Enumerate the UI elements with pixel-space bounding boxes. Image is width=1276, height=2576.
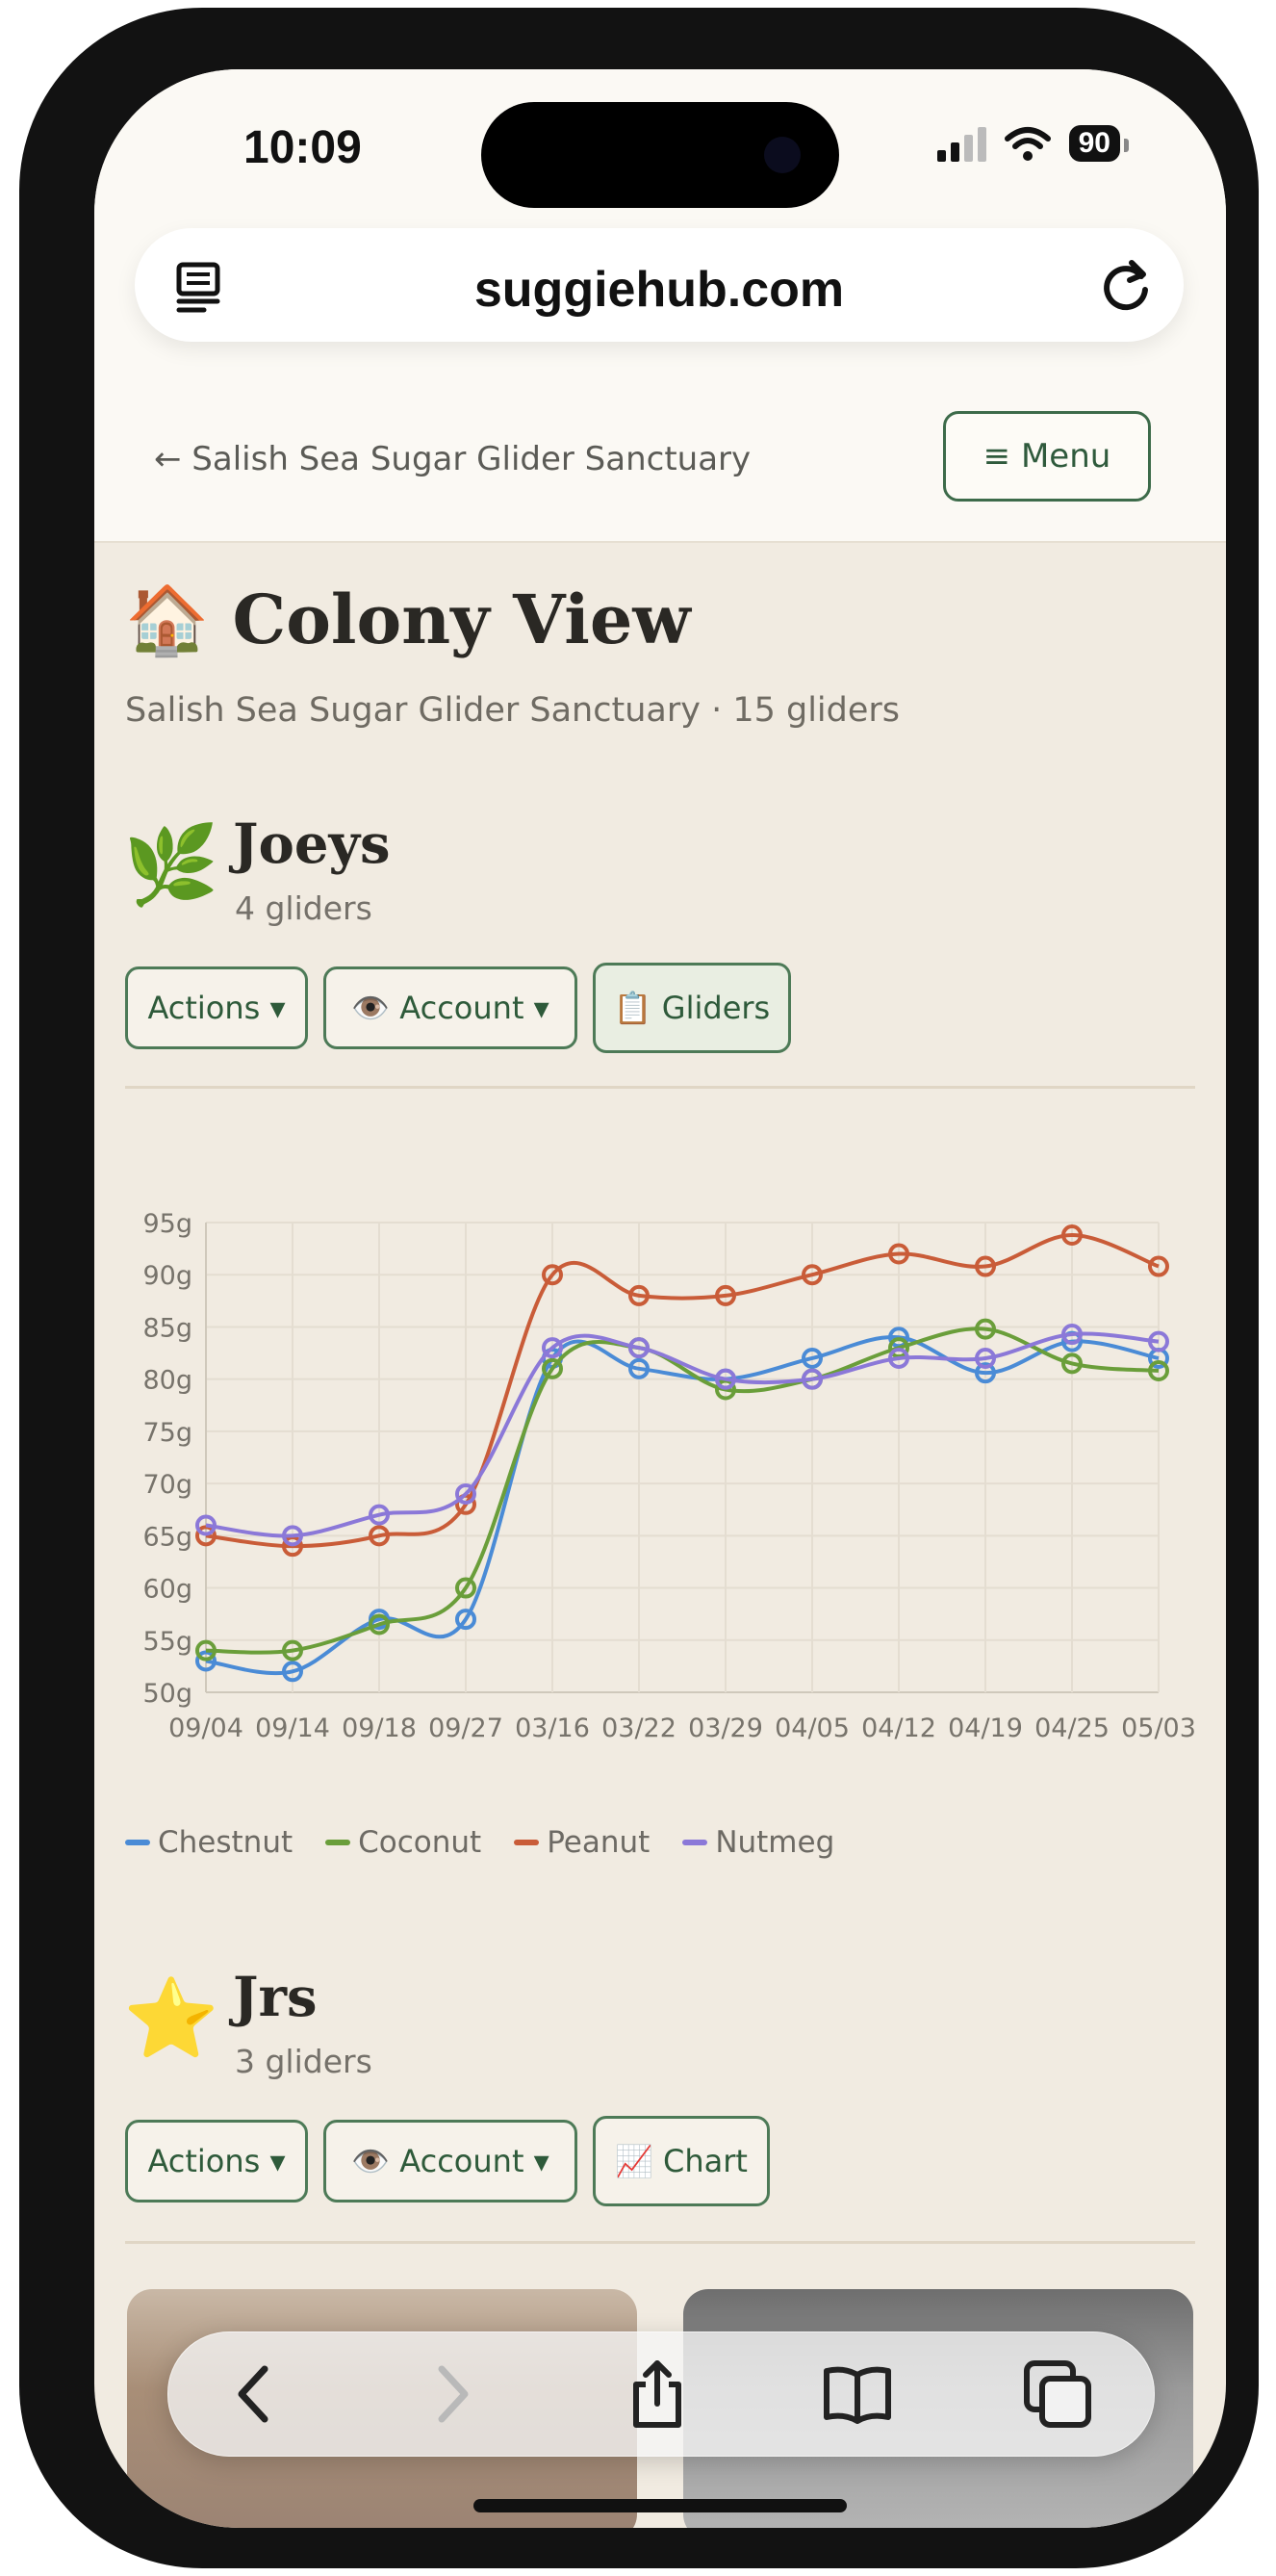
chart-legend: Chestnut Coconut Peanut Nutmeg <box>125 1825 834 1860</box>
phone-frame: 10:09 90 suggiehub.com ← Salish Sea Suga… <box>19 8 1259 2568</box>
legend-label: Nutmeg <box>715 1825 835 1860</box>
section-divider <box>125 2241 1195 2244</box>
back-arrow-icon[interactable] <box>217 2356 293 2433</box>
status-time: 10:09 <box>243 122 362 173</box>
x-tick-label: 09/04 <box>168 1713 243 1743</box>
url-text[interactable]: suggiehub.com <box>135 261 1184 319</box>
legend-swatch <box>325 1840 351 1845</box>
group-count: 3 gliders <box>235 2043 372 2080</box>
section-divider <box>125 1086 1195 1089</box>
x-tick-label: 09/27 <box>428 1713 503 1743</box>
legend-swatch <box>682 1840 708 1845</box>
x-tick-label: 09/18 <box>342 1713 417 1743</box>
home-indicator <box>473 2499 847 2512</box>
reload-icon[interactable] <box>1095 255 1157 317</box>
group-count: 4 gliders <box>235 889 372 927</box>
wifi-icon <box>1004 127 1051 161</box>
y-axis-labels: 50g 55g 60g 65g 70g 75g 80g 85g 90g 95g <box>143 1209 193 1709</box>
y-tick-label: 60g <box>143 1575 193 1605</box>
weight-line-chart: 50g 55g 60g 65g 70g 75g 80g 85g 90g 95g 09/04 09/1… <box>143 1209 1196 1743</box>
x-tick-label: 04/05 <box>775 1713 850 1743</box>
actions-dropdown[interactable]: Actions ▾ <box>125 2120 308 2202</box>
x-tick-label: 04/12 <box>861 1713 936 1743</box>
y-tick-label: 85g <box>143 1313 193 1343</box>
x-tick-label: 03/16 <box>515 1713 590 1743</box>
page-subtitle: Salish Sea Sugar Glider Sanctuary · 15 g… <box>125 691 901 730</box>
legend-swatch <box>125 1840 150 1845</box>
tabs-icon[interactable] <box>1019 2356 1096 2433</box>
back-link[interactable]: ← Salish Sea Sugar Glider Sanctuary <box>154 440 751 478</box>
battery-indicator: 90 <box>1068 125 1130 162</box>
legend-label: Peanut <box>547 1825 651 1860</box>
legend-label: Coconut <box>358 1825 482 1860</box>
bookmarks-icon[interactable] <box>819 2356 896 2433</box>
group-name: Joeys <box>233 812 391 876</box>
status-icons: 90 <box>936 125 1130 162</box>
y-tick-label: 70g <box>143 1470 193 1500</box>
actions-dropdown[interactable]: Actions ▾ <box>125 966 308 1049</box>
cellular-signal-icon <box>936 125 986 162</box>
y-tick-label: 90g <box>143 1261 193 1291</box>
share-icon[interactable] <box>619 2356 696 2433</box>
y-tick-label: 50g <box>143 1679 193 1709</box>
camera-icon <box>764 137 801 173</box>
legend-item-coconut[interactable]: Coconut <box>325 1825 481 1860</box>
browser-toolbar <box>167 2331 1155 2457</box>
legend-label: Chestnut <box>158 1825 293 1860</box>
x-tick-label: 04/19 <box>948 1713 1023 1743</box>
legend-item-peanut[interactable]: Peanut <box>514 1825 650 1860</box>
group-name: Jrs <box>233 1966 318 2029</box>
forward-arrow-icon[interactable] <box>413 2356 490 2433</box>
chart-series <box>195 1224 1169 1683</box>
series-line-peanut <box>205 1233 1160 1549</box>
x-tick-label: 03/22 <box>601 1713 676 1743</box>
address-bar[interactable]: suggiehub.com <box>135 228 1184 342</box>
y-tick-label: 65g <box>143 1522 193 1552</box>
y-tick-label: 55g <box>143 1627 193 1657</box>
account-dropdown[interactable]: 👁️ Account ▾ <box>323 966 577 1049</box>
x-tick-label: 09/14 <box>255 1713 330 1743</box>
legend-swatch <box>514 1840 540 1845</box>
menu-button[interactable]: ≡ Menu <box>943 411 1151 502</box>
herb-icon: 🌿 <box>123 820 219 910</box>
chart-grid <box>205 1222 1160 1693</box>
chart-button[interactable]: 📈 Chart <box>593 2116 770 2206</box>
legend-item-chestnut[interactable]: Chestnut <box>125 1825 293 1860</box>
y-tick-label: 80g <box>143 1366 193 1396</box>
gliders-button[interactable]: 📋 Gliders <box>593 963 791 1053</box>
dynamic-island <box>481 102 839 208</box>
x-axis-labels: 09/04 09/14 09/18 09/27 03/16 03/22 03/29 04/05… <box>168 1713 1196 1743</box>
legend-item-nutmeg[interactable]: Nutmeg <box>682 1825 834 1860</box>
y-tick-label: 95g <box>143 1209 193 1239</box>
y-tick-label: 75g <box>143 1418 193 1448</box>
x-tick-label: 04/25 <box>1034 1713 1110 1743</box>
x-tick-label: 03/29 <box>688 1713 763 1743</box>
star-icon: ⭐ <box>123 1973 219 2063</box>
page-title: 🏠 Colony View <box>125 580 691 659</box>
browser-top-bar: 10:09 90 suggiehub.com ← Salish Sea Suga… <box>94 69 1226 543</box>
account-dropdown[interactable]: 👁️ Account ▾ <box>323 2120 577 2202</box>
x-tick-label: 05/03 <box>1121 1713 1196 1743</box>
screen: 10:09 90 suggiehub.com ← Salish Sea Suga… <box>94 69 1226 2528</box>
series-line-chestnut <box>205 1335 1160 1676</box>
